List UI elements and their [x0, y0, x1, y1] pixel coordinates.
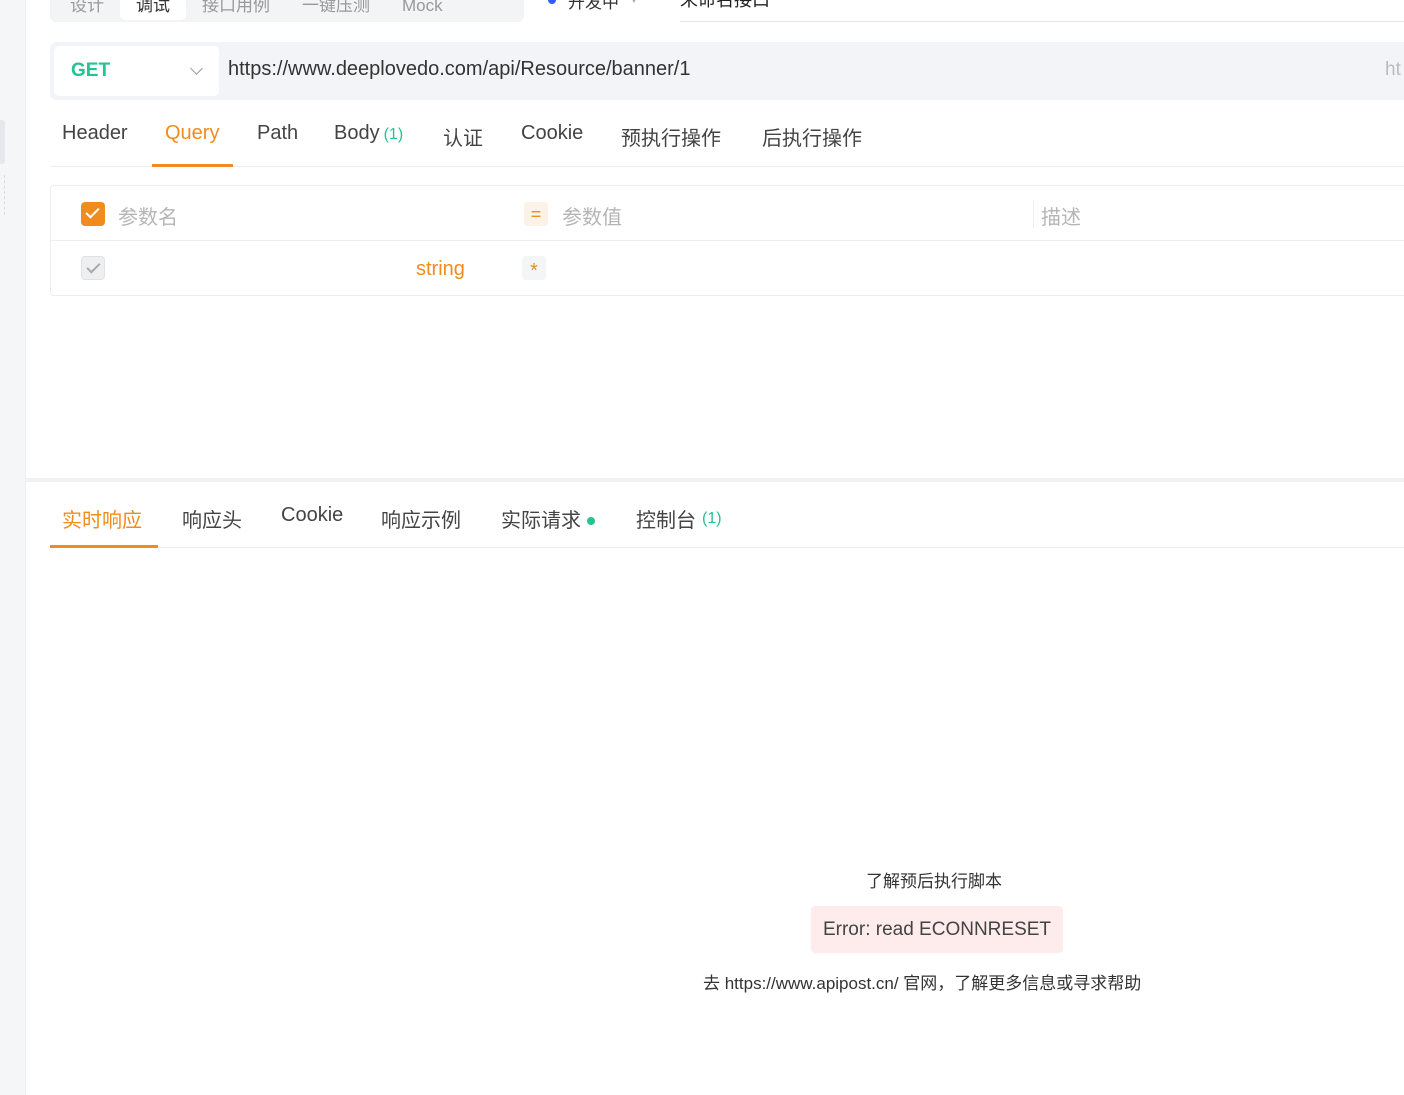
active-tab-indicator — [50, 545, 158, 548]
tab-actual-request-label: 实际请求 — [501, 510, 581, 532]
tab-mock[interactable]: Mock — [386, 0, 459, 20]
tab-design[interactable]: 设计 — [54, 0, 120, 20]
query-params-table: 参数名 = 参数值 描述 string * — [50, 185, 1404, 296]
tab-body[interactable]: Body (1) — [334, 122, 403, 145]
sidebar-resize-handle[interactable] — [0, 120, 5, 164]
tab-realtime-response[interactable]: 实时响应 — [62, 504, 142, 533]
api-name-input[interactable]: 未命名接口 — [680, 0, 1404, 22]
left-sidebar-strip — [0, 0, 26, 1095]
help-text: 去 https://www.apipost.cn/ 官网，了解更多信息或寻求帮助 — [703, 974, 1142, 993]
status-label: 开发中 — [568, 0, 619, 12]
tab-response-example-label: 响应示例 — [381, 510, 461, 532]
param-value-input[interactable]: 参数值 — [562, 201, 622, 230]
tab-debug[interactable]: 调试 — [120, 0, 186, 20]
required-icon[interactable]: * — [522, 256, 546, 282]
caret-down-icon: ▼ — [629, 0, 639, 6]
param-desc-input[interactable]: 描述 — [1041, 201, 1081, 230]
error-message: Error: read ECONNRESET — [811, 906, 1063, 953]
tab-body-label: Body — [334, 122, 380, 144]
select-all-checkbox[interactable] — [81, 202, 105, 226]
status-dot-icon — [587, 516, 595, 525]
pane-splitter[interactable] — [26, 478, 1404, 482]
tab-header[interactable]: Header — [62, 122, 128, 145]
console-count-badge: (1) — [702, 509, 722, 527]
tab-query[interactable]: Query — [165, 122, 219, 145]
status-dot-icon — [548, 0, 556, 4]
tab-cookie-label: Cookie — [521, 122, 584, 144]
tab-response-headers-label: 响应头 — [182, 510, 242, 532]
tab-pre-script-label: 预执行操作 — [621, 128, 721, 150]
url-input[interactable]: https://www.deeplovedo.com/api/Resource/… — [228, 58, 691, 81]
tab-actual-request[interactable]: 实际请求 — [501, 504, 595, 533]
tab-cookie[interactable]: Cookie — [521, 122, 583, 145]
column-divider — [1033, 200, 1034, 228]
tab-auth[interactable]: 认证 — [443, 122, 483, 151]
tab-console[interactable]: 控制台 (1) — [636, 504, 722, 533]
tab-auth-label: 认证 — [443, 128, 483, 150]
param-name-input[interactable]: 参数名 — [118, 201, 178, 230]
check-icon — [86, 259, 101, 274]
method-label: GET — [71, 60, 111, 81]
tab-pre-script[interactable]: 预执行操作 — [621, 122, 721, 151]
method-select[interactable]: GET — [54, 46, 219, 96]
tab-response-example[interactable]: 响应示例 — [381, 504, 461, 533]
tab-console-label: 控制台 — [636, 510, 696, 532]
tab-response-headers[interactable]: 响应头 — [182, 504, 242, 533]
tab-test-cases[interactable]: 接口用例 — [186, 0, 286, 20]
tab-header-label: Header — [62, 122, 128, 144]
mode-tabs: 设计 调试 接口用例 一键压测 Mock — [50, 0, 524, 22]
body-count-badge: (1) — [383, 126, 404, 143]
param-type-label[interactable]: string — [416, 258, 465, 281]
tab-query-label: Query — [165, 122, 220, 144]
active-tab-indicator — [152, 164, 233, 167]
learn-scripts-link[interactable]: 了解预后执行脚本 — [866, 867, 1002, 892]
request-tabs: Header Query Path Body (1) 认证 Cookie 预执行操… — [50, 112, 1404, 167]
row-checkbox[interactable] — [81, 256, 105, 280]
sidebar-divider — [4, 175, 5, 215]
check-icon — [85, 204, 100, 219]
url-bar: GET https://www.deeplovedo.com/api/Resou… — [50, 42, 1404, 100]
url-overflow-text: ht — [1385, 59, 1401, 80]
tab-realtime-label: 实时响应 — [62, 510, 142, 532]
row-divider — [51, 240, 1404, 241]
status-select[interactable]: 开发中 ▼ — [548, 0, 639, 14]
tab-response-cookie-label: Cookie — [281, 504, 344, 526]
tab-path[interactable]: Path — [257, 122, 298, 145]
tab-post-script-label: 后执行操作 — [762, 128, 862, 150]
tab-response-cookie[interactable]: Cookie — [281, 504, 343, 527]
tab-post-script[interactable]: 后执行操作 — [762, 122, 862, 151]
tab-path-label: Path — [257, 122, 299, 144]
tab-load-test[interactable]: 一键压测 — [286, 0, 386, 20]
chevron-down-icon — [190, 62, 203, 75]
equals-icon: = — [524, 202, 548, 226]
response-tabs: 实时响应 响应头 Cookie 响应示例 实际请求 控制台 (1) — [50, 492, 1404, 548]
